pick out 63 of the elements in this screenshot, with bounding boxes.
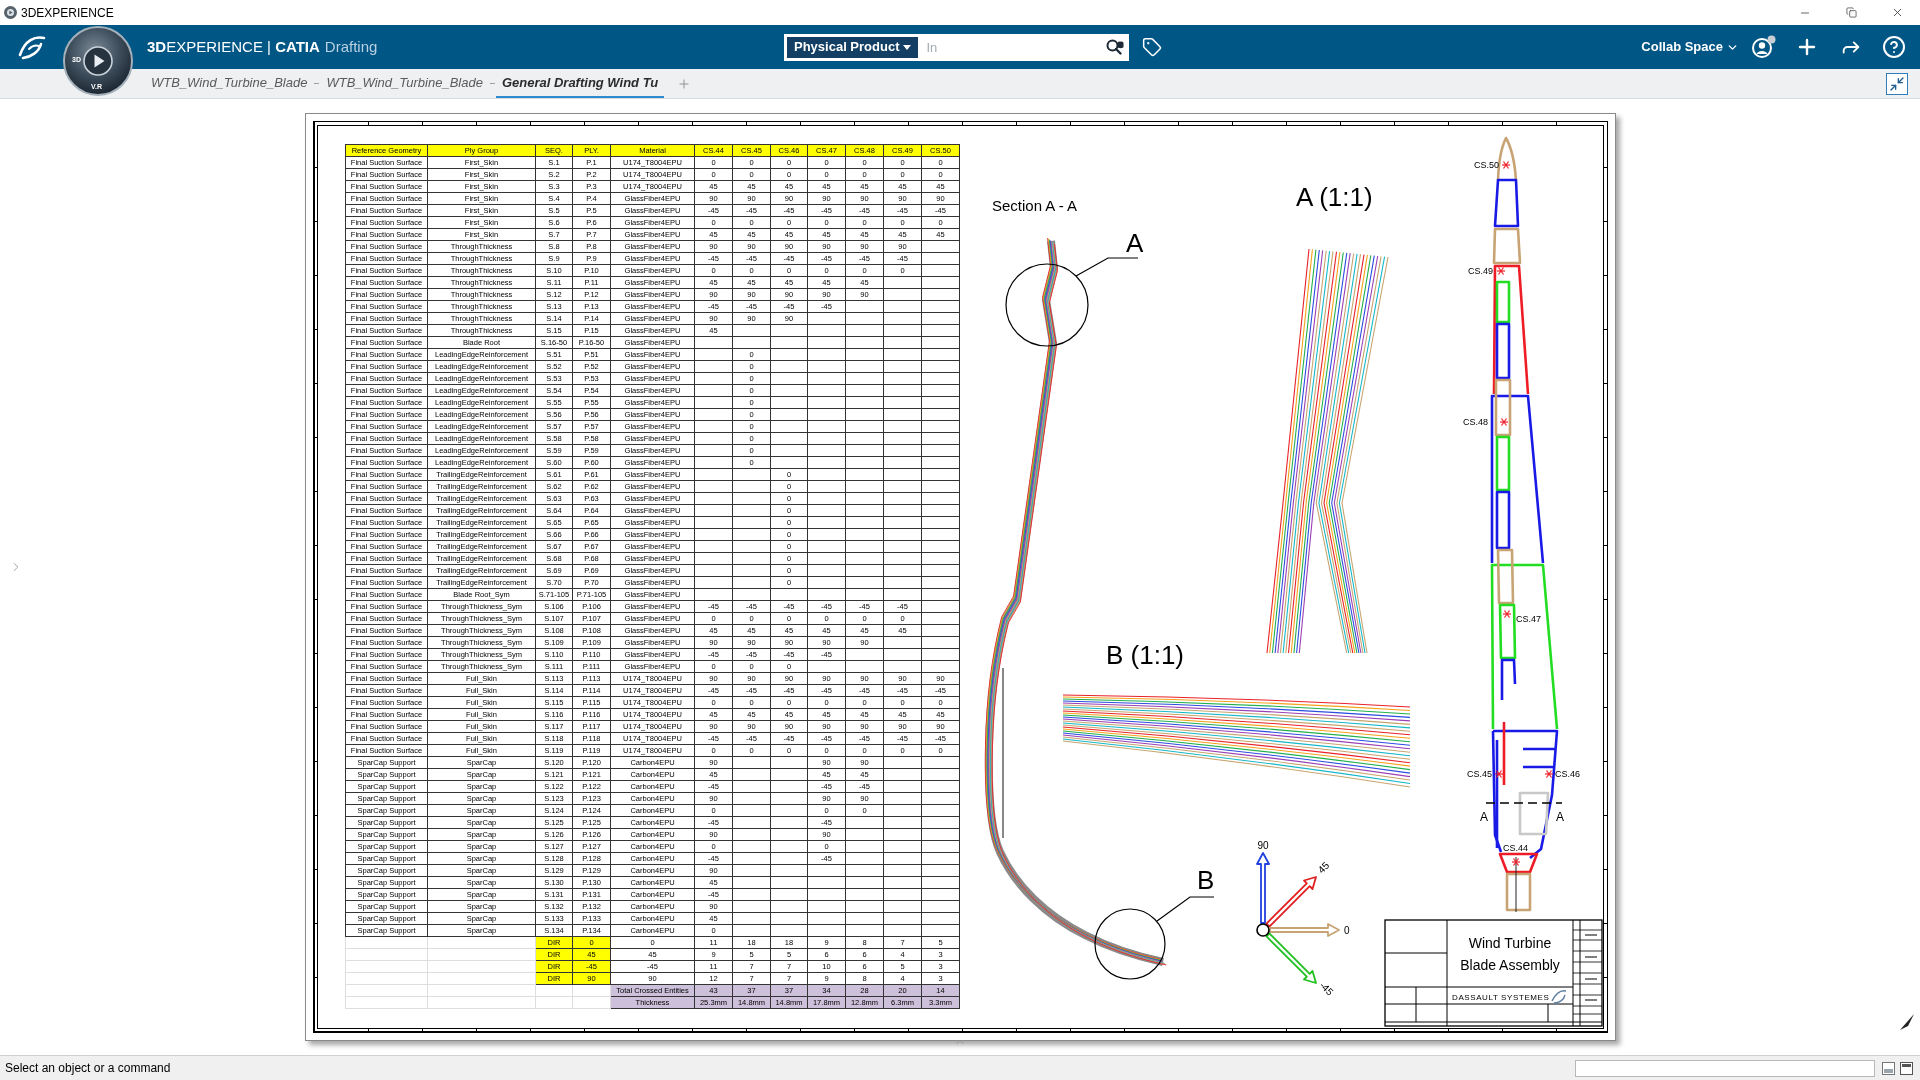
detail-title: A (1:1) [1296,182,1373,212]
command-input-field[interactable] [1575,1059,1875,1077]
axis-label: 0 [1344,925,1350,936]
app-title: 3DEXPERIENCE | CATIA [147,36,320,57]
tag-button[interactable] [1141,36,1163,58]
window-title: 3DEXPERIENCE [21,4,114,22]
asterisk-icon [1502,609,1512,619]
asterisk-icon [1494,769,1504,779]
collab-space-dropdown[interactable]: Collab Space [1641,37,1739,57]
section-label: CS.50 [1474,160,1499,170]
search-button[interactable] [1101,33,1129,61]
user-icon [1752,35,1776,59]
search-icon [1106,39,1124,55]
asterisk-icon [1501,160,1511,170]
drawing-title: Wind Turbine Blade Assembly [1460,935,1560,973]
section-label: CS.48 [1463,417,1488,427]
axis-label: 45 [1315,859,1332,876]
section-label: CS.44 [1503,843,1528,853]
user-button[interactable] [1752,35,1776,59]
callout-label: A [1126,228,1144,258]
axis-label: 90 [1257,840,1269,851]
panel-icon [1882,1061,1895,1075]
asterisk-icon [1511,857,1521,867]
section-label: CS.45 [1467,769,1492,779]
asterisk-icon [1544,769,1554,779]
axis-label: -45 [1317,979,1336,998]
cut-label: A [1556,810,1564,824]
leader-line [1075,257,1139,277]
wedge-icon [1900,1014,1914,1030]
tab[interactable]: WTB_Wind_Turbine_Blade [145,69,314,98]
diagonal-arrows-icon [1889,75,1905,92]
company-name: DASSAULT SYSTEMES [1452,993,1550,1002]
detail-circle [1094,908,1166,980]
section-label: CS.47 [1516,614,1541,624]
module-title: Drafting [324,36,378,57]
plus-icon [677,76,692,91]
tab[interactable]: WTB_Wind_Turbine_Blade [320,69,489,98]
search-field[interactable]: In [921,33,1101,61]
leader-line [1156,896,1215,922]
origin-circle [1256,923,1270,937]
status-message: Select an object or a command [5,1060,171,1077]
detail-title: B (1:1) [1106,640,1185,670]
section-label: CS.46 [1555,769,1580,779]
asterisk-icon [1496,266,1506,276]
app-logo-icon [4,6,17,19]
section-label: CS.49 [1468,266,1493,276]
logo-icon [17,34,47,60]
help-icon [1882,35,1906,59]
panel-button[interactable] [1882,1061,1895,1075]
window-button[interactable] [1900,1061,1913,1075]
restore-icon [1845,7,1857,18]
window-icon [1900,1061,1913,1075]
cut-label: A [1480,810,1488,824]
fullscreen-button[interactable] [1886,72,1908,95]
logo-icon [1551,990,1567,1004]
scope-dropdown[interactable]: Physical Product [784,33,922,61]
tag-icon [1142,37,1162,57]
section-title: Section A - A [992,197,1078,214]
asterisk-icon [1499,417,1509,427]
help-button[interactable] [1882,35,1906,59]
callout-label: B [1197,865,1215,895]
caret-icon [903,44,912,50]
play-icon [83,46,113,76]
